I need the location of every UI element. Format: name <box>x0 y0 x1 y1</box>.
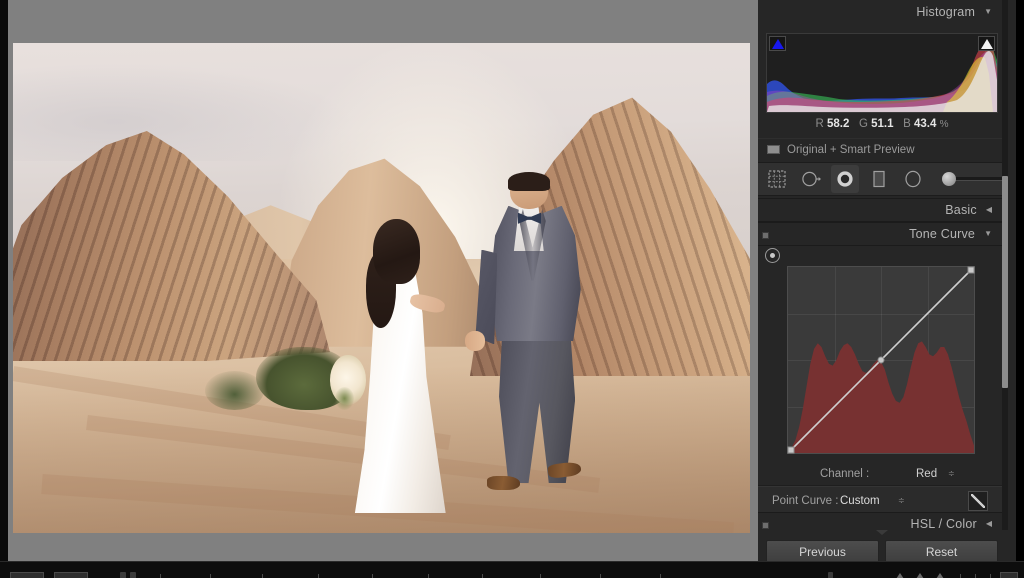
photo-viewport[interactable] <box>13 43 750 533</box>
smart-preview-icon <box>767 145 780 154</box>
tone-curve-panel-toggle[interactable] <box>762 232 769 239</box>
red-eye-correction-tool[interactable] <box>831 165 859 193</box>
preview-status-row[interactable]: Original + Smart Preview <box>758 138 1006 160</box>
chevron-down-icon[interactable]: ▼ <box>984 8 992 16</box>
rgb-g-label: G <box>858 118 868 130</box>
photo-bush <box>204 371 264 411</box>
graduated-filter-tool[interactable] <box>868 168 890 190</box>
photo-groom-hand <box>464 330 485 352</box>
radial-filter-tool[interactable] <box>902 168 924 190</box>
hsl-color-panel-header[interactable]: HSL / Color ◀ <box>758 512 1006 530</box>
filmstrip-marker-icon[interactable] <box>916 573 924 578</box>
red-eye-correction-icon <box>837 171 853 187</box>
tone-curve-graph[interactable] <box>787 266 975 454</box>
photo-groom <box>464 171 595 513</box>
point-curve-row[interactable]: Point Curve : Custom ≑ <box>758 486 1006 514</box>
targeted-adjustment-tool[interactable] <box>765 248 780 263</box>
filmstrip-thumbnail[interactable] <box>54 572 88 578</box>
shadow-clipping-triangle <box>771 38 784 49</box>
chevron-left-icon[interactable]: ◀ <box>986 206 992 214</box>
rgb-r-label: R <box>815 118 824 130</box>
preview-status-label: Original + Smart Preview <box>787 143 915 156</box>
tone-curve-channel-row[interactable]: Channel : Red ≑ <box>758 462 1006 486</box>
point-curve-value[interactable]: Custom <box>840 495 880 507</box>
hsl-color-panel-title: HSL / Color <box>910 517 977 530</box>
curve-edit-diagonal <box>971 494 985 508</box>
filmstrip-marker-icon[interactable] <box>896 573 904 578</box>
right-panel-scrollbar[interactable] <box>1002 0 1008 530</box>
channel-label: Channel : <box>820 467 870 480</box>
histogram-svg <box>767 43 997 112</box>
curve-point-white[interactable] <box>967 266 975 274</box>
point-curve-label: Point Curve : <box>772 494 839 507</box>
radial-filter-icon <box>905 170 921 188</box>
histogram-panel-header[interactable]: Histogram ▼ <box>758 0 1006 24</box>
photo-bride <box>330 219 455 514</box>
spot-removal-tool[interactable] <box>800 168 822 190</box>
photo-image <box>13 43 750 533</box>
photo-bouquet-leaves <box>334 386 354 411</box>
photo-groom-hair <box>507 171 551 191</box>
rgb-g-value: 51.1 <box>871 118 894 130</box>
chevron-left-icon[interactable]: ◀ <box>986 520 992 528</box>
right-window-edge <box>1016 0 1024 578</box>
brush-slider-knob[interactable] <box>942 172 956 186</box>
spot-removal-icon <box>802 171 821 187</box>
curve-point-black[interactable] <box>787 446 795 454</box>
rgb-b-value: 43.4 <box>914 118 937 130</box>
adjustment-brush-tool[interactable] <box>942 172 1006 186</box>
right-panel-scroll-area[interactable]: Histogram ▼ R 58.2 G 51.1 B 43.4 % Origi… <box>758 0 1006 530</box>
filmstrip-thumbnail[interactable] <box>10 572 44 578</box>
crop-overlay-icon <box>768 170 786 188</box>
basic-panel-header[interactable]: Basic ◀ <box>758 198 1006 222</box>
channel-dropdown-icon[interactable]: ≑ <box>948 469 955 478</box>
highlight-clipping-button[interactable] <box>978 36 995 51</box>
tone-curve-panel-header[interactable]: Tone Curve ▼ <box>758 222 1006 246</box>
curve-point-mid[interactable] <box>877 356 885 364</box>
brush-slider-track[interactable] <box>950 177 1006 180</box>
tone-curve-panel-title: Tone Curve <box>909 227 976 241</box>
histogram-rgb-readout: R 58.2 G 51.1 B 43.4 % <box>758 118 1006 130</box>
toolbar-icon[interactable] <box>120 572 126 578</box>
photo-bride-hair <box>372 219 420 285</box>
filmstrip-toolbar[interactable] <box>0 561 1024 578</box>
develop-tool-strip[interactable] <box>758 162 1006 196</box>
toolbar-icon[interactable] <box>130 572 136 578</box>
graduated-filter-icon <box>873 170 885 188</box>
scrollbar-thumb[interactable] <box>1002 176 1008 388</box>
crop-overlay-tool[interactable] <box>766 168 788 190</box>
hsl-color-panel-toggle[interactable] <box>762 522 769 529</box>
point-curve-dropdown-icon[interactable]: ≑ <box>898 496 905 505</box>
rgb-b-label: B <box>903 118 911 130</box>
basic-panel-title: Basic <box>945 203 977 217</box>
photo-groom-shoe <box>487 476 521 491</box>
rgb-r-value: 58.2 <box>827 118 850 130</box>
curve-edit-icon[interactable] <box>968 491 988 511</box>
image-canvas-area[interactable] <box>8 0 758 561</box>
chevron-down-icon[interactable]: ▼ <box>984 230 992 238</box>
histogram-graph[interactable] <box>766 33 998 113</box>
right-panel: Histogram ▼ R 58.2 G 51.1 B 43.4 % Origi… <box>758 0 1016 578</box>
shadow-clipping-button[interactable] <box>769 36 786 51</box>
filmstrip-marker-icon[interactable] <box>936 573 944 578</box>
toolbar-icon[interactable] <box>828 572 833 578</box>
channel-value[interactable]: Red <box>916 468 937 480</box>
filmstrip-end-control[interactable] <box>1000 572 1018 578</box>
rgb-unit-label: % <box>939 119 949 130</box>
photo-groom-pants <box>499 334 576 483</box>
left-window-edge <box>0 0 8 561</box>
highlight-clipping-triangle <box>980 38 993 49</box>
lightroom-develop-window: Histogram ▼ R 58.2 G 51.1 B 43.4 % Origi… <box>0 0 1024 578</box>
histogram-panel-title: Histogram <box>916 5 976 19</box>
